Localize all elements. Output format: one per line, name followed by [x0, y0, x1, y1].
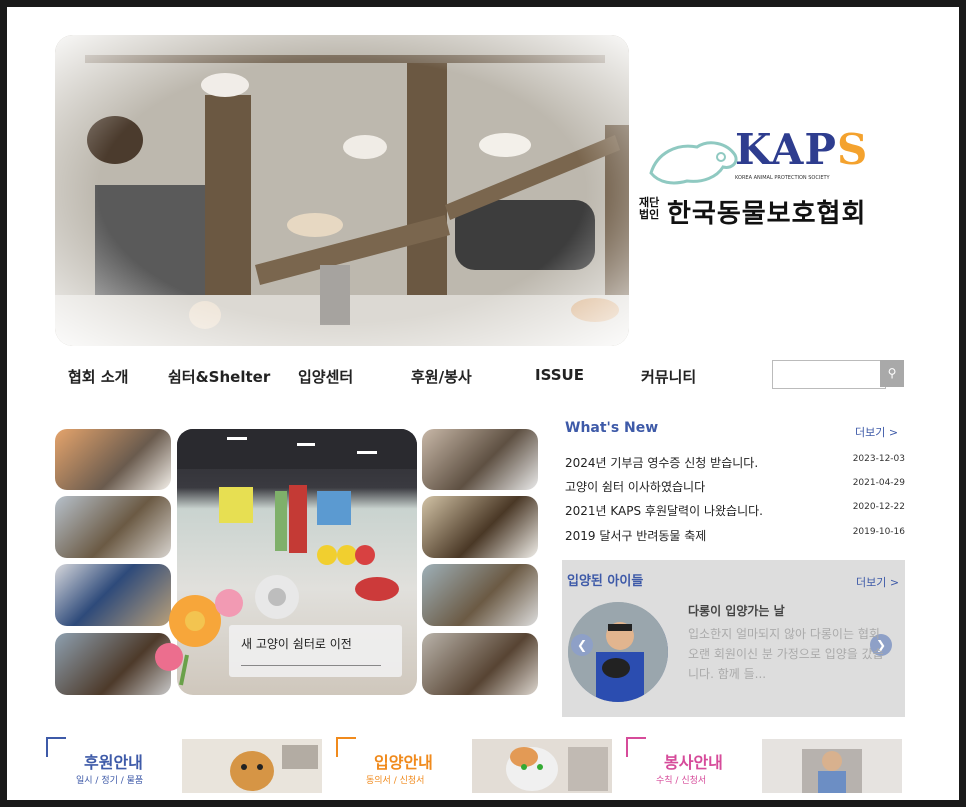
corner-decoration — [626, 737, 646, 757]
animal-outline-icon — [649, 141, 738, 185]
gallery-thumb[interactable] — [422, 429, 538, 490]
banner-title: 입양안내 — [374, 753, 433, 772]
whats-new-more-link[interactable]: 더보기 > — [855, 424, 898, 440]
banner-subtitle: 수칙 / 신청서 — [656, 776, 707, 786]
banner-adoption[interactable]: 입양안내 동의서 / 신청서 — [336, 737, 612, 793]
search-icon: ⚲ — [887, 366, 897, 380]
banner-volunteer[interactable]: 봉사안내 수칙 / 신청서 — [626, 737, 902, 793]
page-frame: KAPS KOREA ANIMAL PROTECTION SOCIETY 재단법… — [7, 7, 959, 800]
adopted-more-link[interactable]: 더보기 > — [856, 574, 899, 590]
kaps-logo[interactable]: KAPS KOREA ANIMAL PROTECTION SOCIETY 재단법… — [639, 125, 879, 229]
gallery-caption-text: 새 고양이 쉼터로 이전 — [241, 637, 352, 651]
hero-cat-shelter-photo — [55, 35, 629, 346]
news-item[interactable]: 2024년 기부금 영수증 신청 받습니다. 2023-12-03 — [565, 454, 905, 474]
banner-title: 후원안내 — [84, 753, 143, 772]
corner-decoration — [336, 737, 356, 757]
banner-support[interactable]: 후원안내 일시 / 정기 / 물품 — [46, 737, 322, 793]
news-item[interactable]: 2019 달서구 반려동물 축제 2019-10-16 — [565, 527, 905, 547]
whats-new-title: What's New — [565, 420, 659, 436]
adopted-panel: 입양된 아이들 더보기 > ❮ ❯ 다롱이 입양가는 날 입소한지 얼마되지 않… — [562, 560, 905, 717]
banner-title: 봉사안내 — [664, 753, 723, 772]
logo-subtitle: KOREA ANIMAL PROTECTION SOCIETY — [735, 175, 830, 181]
prev-arrow-button[interactable]: ❮ — [571, 634, 593, 656]
nav-item-shelter[interactable]: 쉼터&Shelter — [168, 366, 270, 387]
gallery-thumb[interactable] — [422, 633, 538, 695]
nav-item-issue[interactable]: ISSUE — [535, 366, 584, 384]
adopted-story-title[interactable]: 다롱이 입양가는 날 — [688, 602, 785, 619]
logo-kaps-text: KAPS — [735, 125, 869, 174]
adopted-story-text: 입소한지 얼마되지 않아 다롱이는 협회 오랜 회원이신 분 가정으로 입양을 … — [688, 627, 884, 681]
volunteer-photo — [762, 739, 902, 793]
gallery-thumb[interactable] — [422, 496, 538, 558]
cat-photo — [472, 739, 612, 793]
banner-subtitle: 일시 / 정기 / 물품 — [76, 776, 144, 786]
nav-item-community[interactable]: 커뮤니티 — [641, 366, 696, 387]
corner-decoration — [46, 737, 66, 757]
gallery-thumb[interactable] — [55, 429, 171, 490]
dog-photo — [182, 739, 322, 793]
nav-item-adoption[interactable]: 입양센터 — [298, 366, 353, 387]
gallery-caption[interactable]: 새 고양이 쉼터로 이전 — [229, 625, 402, 677]
org-prefix: 재단법인 — [639, 196, 660, 221]
adopted-title: 입양된 아이들 — [567, 574, 644, 589]
search-button[interactable]: ⚲ — [880, 360, 904, 387]
news-item[interactable]: 고양이 쉼터 이사하였습니다 2021-04-29 — [565, 478, 905, 498]
gallery-thumb[interactable] — [55, 496, 171, 558]
nav-item-support[interactable]: 후원/봉사 — [411, 366, 472, 387]
nav-item-about[interactable]: 협회 소개 — [68, 366, 128, 387]
search-input[interactable] — [772, 360, 886, 389]
gallery-thumb[interactable] — [422, 564, 538, 626]
news-item[interactable]: 2021년 KAPS 후원달력이 나왔습니다. 2020-12-22 — [565, 502, 905, 522]
org-name: 한국동물보호협회 — [667, 199, 867, 229]
banner-subtitle: 동의서 / 신청서 — [366, 776, 425, 786]
